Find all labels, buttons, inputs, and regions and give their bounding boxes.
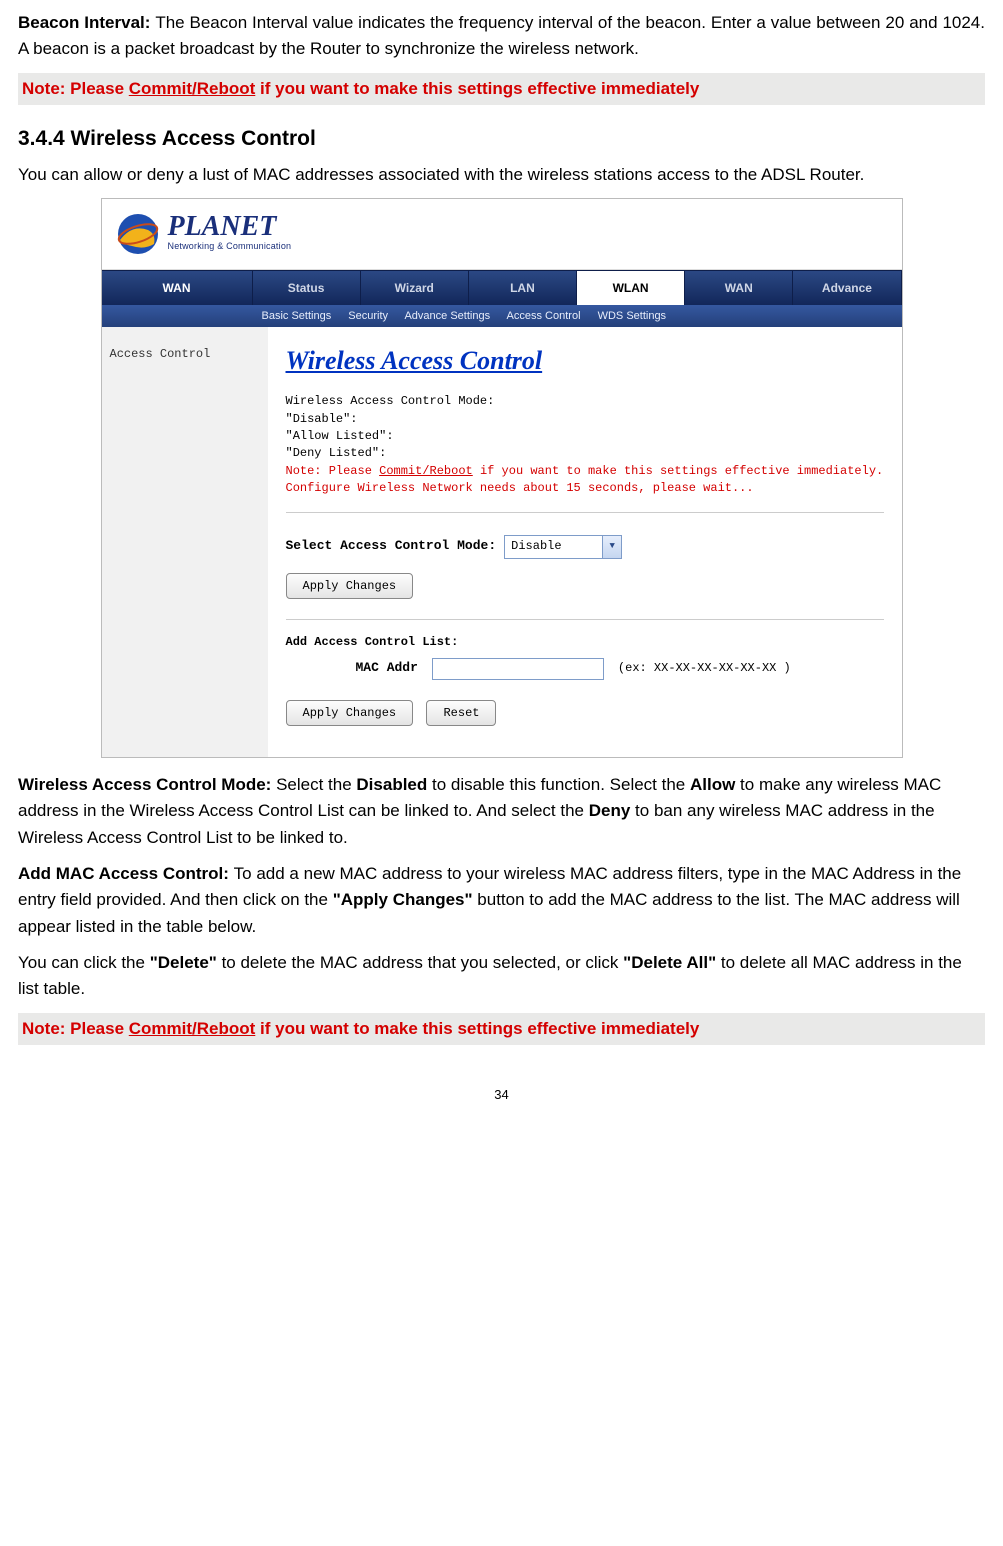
wac-mode-deny: Deny [589, 801, 631, 820]
inline-note-link: Commit/Reboot [379, 464, 473, 478]
beacon-text: The Beacon Interval value indicates the … [18, 13, 985, 58]
note-link: Commit/Reboot [129, 79, 256, 98]
router-ui-screenshot: PLANET Networking & Communication WAN St… [101, 198, 903, 758]
inline-note-post: if you want to make this settings effect… [473, 464, 883, 478]
sidebar-item-access-control[interactable]: Access Control [110, 345, 260, 364]
delete-paragraph: You can click the "Delete" to delete the… [18, 950, 985, 1003]
mode-disable: "Disable": [286, 411, 884, 428]
wac-mode-t4: to disable this function. Select the [427, 775, 690, 794]
access-mode-select[interactable]: Disable ▼ [504, 535, 622, 559]
note2-suffix: if you want to make this settings effect… [255, 1019, 699, 1038]
subnav-security[interactable]: Security [348, 310, 388, 322]
note-box-top: Note: Please Commit/Reboot if you want t… [18, 73, 985, 105]
subnav-basic[interactable]: Basic Settings [262, 310, 332, 322]
note-suffix: if you want to make this settings effect… [255, 79, 699, 98]
nav-wan-left[interactable]: WAN [102, 271, 253, 305]
note-box-bottom: Note: Please Commit/Reboot if you want t… [18, 1013, 985, 1045]
mode-description: Wireless Access Control Mode: "Disable":… [286, 393, 884, 497]
mac-addr-input[interactable] [432, 658, 604, 680]
add-mac-paragraph: Add MAC Access Control: To add a new MAC… [18, 861, 985, 940]
reset-button[interactable]: Reset [426, 700, 496, 727]
mode-allow: "Allow Listed": [286, 428, 884, 445]
beacon-label: Beacon Interval: [18, 13, 155, 32]
del-delete-all: "Delete All" [623, 953, 716, 972]
section-heading: 3.4.4 Wireless Access Control [18, 123, 985, 156]
divider-1 [286, 512, 884, 513]
note-prefix: Note: Please [22, 79, 129, 98]
nav-wlan[interactable]: WLAN [577, 271, 685, 305]
pane-title: Wireless Access Control [286, 341, 884, 381]
mac-addr-label: MAC Addr [356, 658, 418, 678]
del-t3: to delete the MAC address that you selec… [217, 953, 623, 972]
section-intro: You can allow or deny a lust of MAC addr… [18, 162, 985, 188]
page-number: 34 [18, 1085, 985, 1105]
inline-note-pre: Note: Please [286, 464, 380, 478]
del-delete: "Delete" [150, 953, 217, 972]
beacon-paragraph: Beacon Interval: The Beacon Interval val… [18, 10, 985, 63]
add-mac-apply: "Apply Changes" [333, 890, 473, 909]
wac-mode-disabled: Disabled [356, 775, 427, 794]
wac-mode-label: Wireless Access Control Mode: [18, 775, 276, 794]
wac-mode-allow: Allow [690, 775, 735, 794]
inline-wait: Configure Wireless Network needs about 1… [286, 480, 884, 497]
subnav-advance[interactable]: Advance Settings [404, 310, 490, 322]
apply-changes-button-1[interactable]: Apply Changes [286, 573, 414, 600]
nav-wan-right[interactable]: WAN [685, 271, 793, 305]
main-pane: Wireless Access Control Wireless Access … [268, 327, 902, 757]
chevron-down-icon: ▼ [602, 536, 621, 558]
nav-status[interactable]: Status [253, 271, 361, 305]
del-t1: You can click the [18, 953, 150, 972]
mode-deny: "Deny Listed": [286, 445, 884, 462]
wac-mode-paragraph: Wireless Access Control Mode: Select the… [18, 772, 985, 851]
main-nav: WAN Status Wizard LAN WLAN WAN Advance [102, 270, 902, 305]
note2-link: Commit/Reboot [129, 1019, 256, 1038]
apply-changes-button-2[interactable]: Apply Changes [286, 700, 414, 727]
sub-nav: Basic Settings Security Advance Settings… [102, 305, 902, 327]
add-list-head: Add Access Control List: [286, 634, 884, 651]
header-bar: PLANET Networking & Communication [102, 199, 902, 270]
mode-head: Wireless Access Control Mode: [286, 393, 884, 410]
wac-mode-t2: Select the [276, 775, 356, 794]
add-mac-label: Add MAC Access Control: [18, 864, 234, 883]
access-mode-value: Disable [511, 537, 561, 556]
subnav-access-control[interactable]: Access Control [507, 310, 581, 322]
nav-lan[interactable]: LAN [469, 271, 577, 305]
nav-wizard[interactable]: Wizard [361, 271, 469, 305]
subnav-wds[interactable]: WDS Settings [598, 310, 666, 322]
nav-advance[interactable]: Advance [793, 271, 901, 305]
select-mode-label: Select Access Control Mode: [286, 536, 497, 556]
globe-icon [114, 210, 162, 258]
planet-logo: PLANET Networking & Communication [114, 210, 292, 258]
divider-2 [286, 619, 884, 620]
mac-addr-example: (ex: XX-XX-XX-XX-XX-XX ) [618, 659, 791, 678]
note2-prefix: Note: Please [22, 1019, 129, 1038]
logo-tagline: Networking & Communication [168, 240, 292, 254]
logo-name: PLANET [168, 214, 292, 239]
inline-note: Note: Please Commit/Reboot if you want t… [286, 463, 884, 480]
sidebar: Access Control [102, 327, 268, 757]
